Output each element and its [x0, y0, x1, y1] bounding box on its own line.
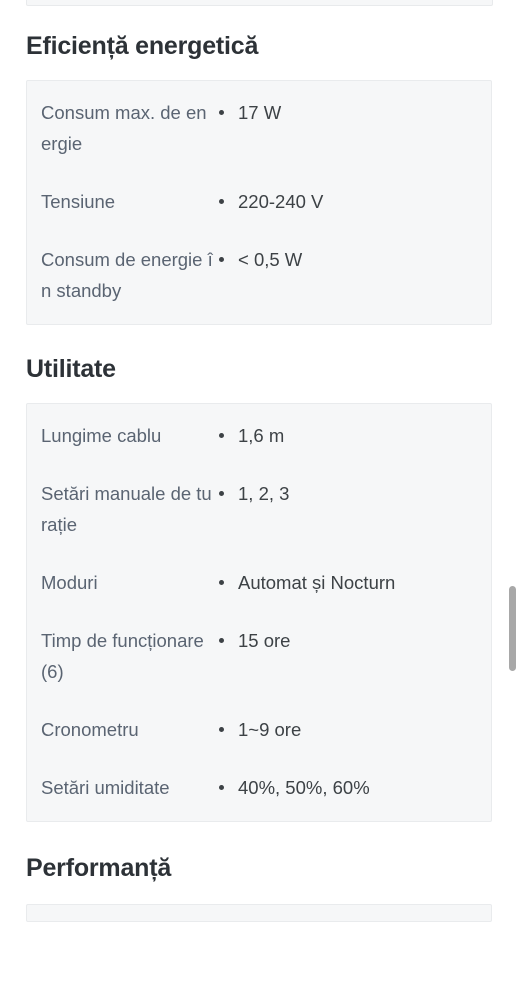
spec-card-eficienta-energetica: Consum max. de energie 17 W Tensiune 220…	[26, 80, 492, 325]
spec-row: Cronometru 1~9 ore	[27, 714, 491, 745]
spec-value-group: 40%, 50%, 60%	[219, 772, 477, 803]
page-viewport: Eficiență energetică Consum max. de ener…	[0, 0, 519, 999]
section-heading-performanta: Performanță	[26, 854, 172, 882]
bullet-icon	[219, 638, 224, 643]
spec-label: Moduri	[41, 572, 98, 593]
bullet-icon	[219, 580, 224, 585]
spec-label: Setări manuale de turație	[41, 483, 212, 535]
bullet-icon	[219, 491, 224, 496]
spec-value: < 0,5 W	[238, 249, 303, 270]
spec-label: Consum de energie în standby	[41, 249, 213, 301]
bullet-icon	[219, 257, 224, 262]
spec-value-group: 220-240 V	[219, 186, 477, 217]
spec-value-group: 1, 2, 3	[219, 478, 477, 509]
spec-label: Timp de funcționare (6)	[41, 630, 204, 682]
spec-value: Automat și Nocturn	[238, 572, 396, 593]
specifications-content: Eficiență energetică Consum max. de ener…	[0, 0, 519, 922]
spec-value-group: 15 ore	[219, 625, 477, 656]
spec-value-group: Automat și Nocturn	[219, 567, 477, 598]
spec-card-utilitate: Lungime cablu 1,6 m Setări manuale de tu…	[26, 403, 492, 822]
previous-section-card-clipped	[26, 0, 493, 6]
spec-row: Moduri Automat și Nocturn	[27, 567, 491, 598]
spec-value: 1, 2, 3	[238, 483, 290, 504]
spec-value: 220-240 V	[238, 191, 324, 212]
scrollbar-thumb[interactable]	[509, 586, 516, 671]
page-scrollbar[interactable]	[505, 0, 519, 999]
bullet-icon	[219, 785, 224, 790]
spec-value: 1,6 m	[238, 425, 285, 446]
bullet-icon	[219, 727, 224, 732]
spec-card-performanta	[26, 904, 492, 922]
spec-value-group: 1~9 ore	[219, 714, 477, 745]
spec-row: Setări umiditate 40%, 50%, 60%	[27, 772, 491, 803]
spec-row: Setări manuale de turație 1, 2, 3	[27, 478, 491, 540]
bullet-icon	[219, 433, 224, 438]
spec-row: Tensiune 220-240 V	[27, 186, 491, 217]
spec-row: Consum max. de energie 17 W	[27, 97, 491, 159]
spec-row: Lungime cablu 1,6 m	[27, 420, 491, 451]
spec-value: 40%, 50%, 60%	[238, 777, 370, 798]
spec-label: Setări umiditate	[41, 777, 170, 798]
spec-label: Tensiune	[41, 191, 116, 212]
spec-label: Cronometru	[41, 719, 139, 740]
bullet-icon	[219, 110, 224, 115]
spec-value-group: < 0,5 W	[219, 244, 477, 275]
spec-value: 17 W	[238, 102, 282, 123]
spec-label: Consum max. de energie	[41, 102, 207, 154]
spec-value-group: 1,6 m	[219, 420, 477, 451]
section-heading-eficienta-energetica: Eficiență energetică	[26, 32, 259, 60]
section-heading-utilitate: Utilitate	[26, 355, 116, 383]
spec-value: 1~9 ore	[238, 719, 302, 740]
spec-value: 15 ore	[238, 630, 291, 651]
spec-row: Consum de energie în standby < 0,5 W	[27, 244, 491, 306]
spec-row: Timp de funcționare (6) 15 ore	[27, 625, 491, 687]
bullet-icon	[219, 199, 224, 204]
spec-label: Lungime cablu	[41, 425, 162, 446]
spec-value-group: 17 W	[219, 97, 477, 128]
